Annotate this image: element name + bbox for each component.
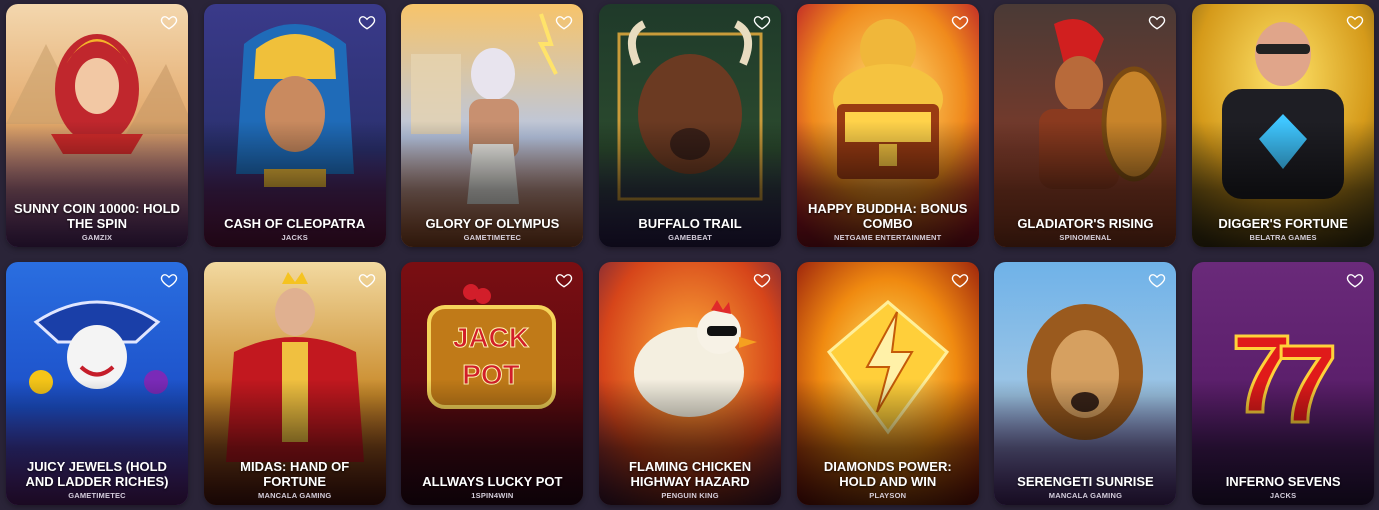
heart-icon[interactable] [951, 13, 969, 31]
game-card-buffalo-trail[interactable]: BUFFALO TRAIL GAMEBEAT [599, 4, 782, 247]
game-title: INFERNO SEVENS [1225, 474, 1341, 489]
game-title: SERENGETI SUNRISE [1017, 474, 1154, 489]
game-provider: MANCALA GAMING [258, 491, 332, 500]
game-grid: SUNNY COIN 10000: HOLD THE SPIN GAMZIX C… [6, 4, 1375, 505]
heart-icon[interactable] [160, 271, 178, 289]
game-title: BUFFALO TRAIL [638, 216, 742, 231]
game-title: ALLWAYS LUCKY POT [422, 474, 563, 489]
game-title: HAPPY BUDDHA: BONUS COMBO [808, 201, 968, 231]
game-title: DIAMONDS POWER: HOLD AND WIN [823, 459, 952, 489]
game-card-inferno-sevens[interactable]: 7 7 INFERNO SEVENS JACKS [1192, 262, 1375, 505]
game-card-sunny-coin[interactable]: SUNNY COIN 10000: HOLD THE SPIN GAMZIX [6, 4, 188, 247]
game-card-allways-lucky-pot[interactable]: JACK POT ALLWAYS LUCKY POT 1SPIN4WIN [401, 262, 584, 505]
heart-icon[interactable] [1346, 13, 1364, 31]
game-provider: GAMZIX [81, 233, 113, 242]
heart-icon[interactable] [555, 271, 573, 289]
heart-icon[interactable] [1148, 13, 1166, 31]
heart-icon[interactable] [1346, 271, 1364, 289]
heart-icon[interactable] [753, 271, 771, 289]
game-title: GLADIATOR'S RISING [1017, 216, 1154, 231]
game-card-glory-of-olympus[interactable]: GLORY OF OLYMPUS GAMETIMETEC [401, 4, 584, 247]
game-card-cash-of-cleopatra[interactable]: CASH OF CLEOPATRA JACKS [203, 4, 386, 247]
game-provider: MANCALA GAMING [1048, 491, 1123, 500]
game-provider: JACKS [281, 233, 308, 242]
game-provider: GAMETIMETEC [463, 233, 522, 242]
game-provider: NETGAME ENTERTAINMENT [834, 233, 942, 242]
game-title: GLORY OF OLYMPUS [425, 216, 560, 231]
heart-icon[interactable] [358, 13, 376, 31]
game-provider: GAMEBEAT [668, 233, 713, 242]
game-provider: PLAYSON [869, 491, 907, 500]
game-title: FLAMING CHICKEN HIGHWAY HAZARD [629, 459, 752, 489]
game-card-serengeti-sunrise[interactable]: SERENGETI SUNRISE MANCALA GAMING [994, 262, 1177, 505]
game-provider: BELATRA GAMES [1249, 233, 1317, 242]
game-card-gladiators-rising[interactable]: GLADIATOR'S RISING SPINOMENAL [994, 4, 1177, 247]
game-title: DIGGER'S FORTUNE [1218, 216, 1348, 231]
game-card-diamonds-power[interactable]: DIAMONDS POWER: HOLD AND WIN PLAYSON [796, 262, 979, 505]
heart-icon[interactable] [951, 271, 969, 289]
heart-icon[interactable] [358, 271, 376, 289]
game-provider: 1SPIN4WIN [471, 491, 514, 500]
game-title: JUICY JEWELS (HOLD AND LADDER RICHES) [25, 459, 169, 489]
game-provider: PENGUIN KING [661, 491, 719, 500]
heart-icon[interactable] [555, 13, 573, 31]
game-title: SUNNY COIN 10000: HOLD THE SPIN [14, 201, 180, 231]
game-card-flaming-chicken[interactable]: FLAMING CHICKEN HIGHWAY HAZARD PENGUIN K… [599, 262, 782, 505]
svg-text:JACK: JACK [453, 322, 529, 353]
game-card-happy-buddha[interactable]: HAPPY BUDDHA: BONUS COMBO NETGAME ENTERT… [796, 4, 979, 247]
game-card-juicy-jewels[interactable]: JUICY JEWELS (HOLD AND LADDER RICHES) GA… [6, 262, 188, 505]
heart-icon[interactable] [1148, 271, 1166, 289]
game-provider: GAMETIMETEC [68, 491, 126, 500]
game-title: MIDAS: HAND OF FORTUNE [240, 459, 350, 489]
heart-icon[interactable] [160, 13, 178, 31]
game-title: CASH OF CLEOPATRA [224, 216, 366, 231]
game-card-midas-hand-of-fortune[interactable]: MIDAS: HAND OF FORTUNE MANCALA GAMING [203, 262, 386, 505]
game-card-diggers-fortune[interactable]: DIGGER'S FORTUNE BELATRA GAMES [1192, 4, 1375, 247]
heart-icon[interactable] [753, 13, 771, 31]
game-provider: JACKS [1269, 491, 1297, 500]
game-provider: SPINOMENAL [1059, 233, 1112, 242]
